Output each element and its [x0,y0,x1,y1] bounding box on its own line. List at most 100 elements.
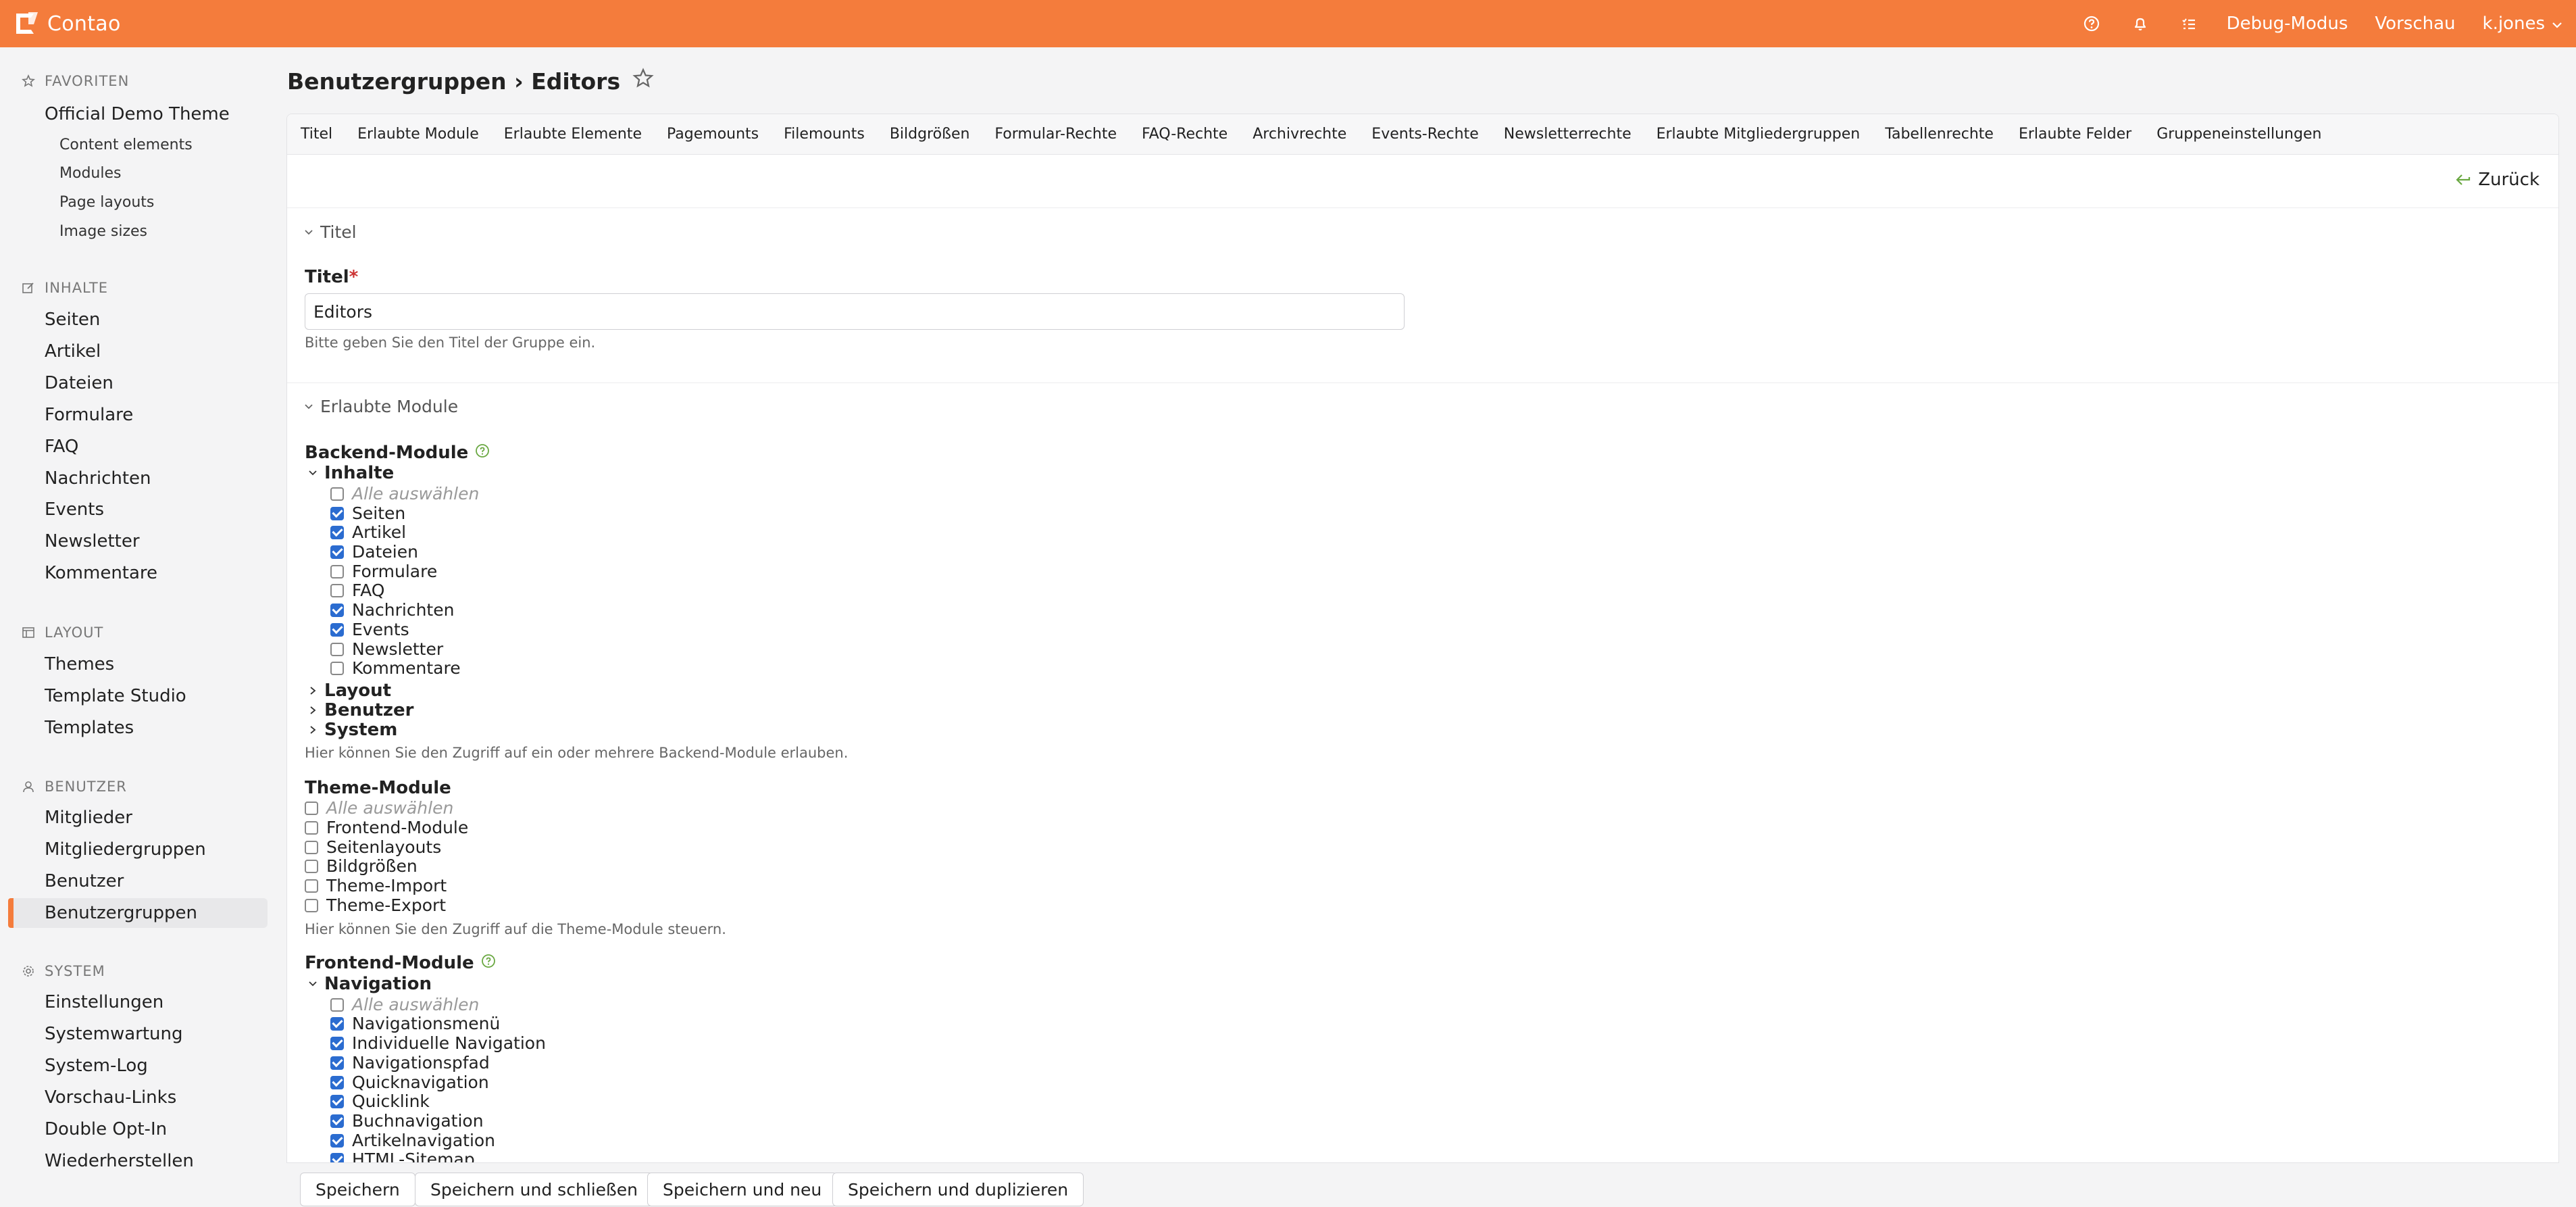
help-icon[interactable] [481,953,496,973]
nav-group-inhalte[interactable]: INHALTE [0,274,108,301]
favorite-star-icon[interactable] [632,68,654,95]
preview-link[interactable]: Vorschau [2361,0,2469,47]
sidebar-item-nachrichten[interactable]: Nachrichten [45,468,151,489]
tab-bildgroessen[interactable]: Bildgrößen [890,126,970,143]
sidebar-item-systemwartung[interactable]: Systemwartung [45,1024,183,1044]
checkbox[interactable] [305,801,318,815]
tab-events-rechte[interactable]: Events-Rechte [1371,126,1478,143]
sidebar-item-official-demo-theme[interactable]: Official Demo Theme [45,104,230,124]
frontend-module-row[interactable]: Individuelle Navigation [330,1033,546,1053]
help-icon[interactable] [475,443,490,463]
sidebar-item-mitgliedergruppen[interactable]: Mitgliedergruppen [45,839,206,860]
checkbox[interactable] [330,1036,344,1050]
sidebar-item-kommentare[interactable]: Kommentare [45,563,157,583]
checkbox[interactable] [330,525,344,539]
checkbox[interactable] [330,603,344,617]
backend-module-row[interactable]: Nachrichten [330,600,454,620]
checkbox[interactable] [330,545,344,559]
sidebar-item-templates[interactable]: Templates [45,718,134,738]
checkbox[interactable] [330,1075,344,1089]
sidebar-item-themes[interactable]: Themes [45,654,114,674]
sidebar-item-template-studio[interactable]: Template Studio [45,686,186,706]
checkbox[interactable] [330,1133,344,1148]
debug-mode-link[interactable]: Debug-Modus [2213,0,2362,47]
checkbox[interactable] [330,1056,344,1070]
tree-group-benutzer[interactable]: Benutzer [308,700,414,720]
checkbox[interactable] [330,622,344,637]
checkbox[interactable] [305,820,318,835]
nav-group-benutzer[interactable]: BENUTZER [0,773,127,800]
checkbox[interactable] [305,840,318,854]
checkbox[interactable] [330,564,344,578]
sidebar-item-faq[interactable]: FAQ [45,437,78,457]
frontend-module-row[interactable]: Quicknavigation [330,1073,489,1092]
tab-newsletterrechte[interactable]: Newsletterrechte [1504,126,1632,143]
nav-group-layout[interactable]: LAYOUT [0,619,103,646]
sidebar-subitem-image-sizes[interactable]: Image sizes [59,223,147,240]
checkbox[interactable] [330,1016,344,1031]
bell-icon[interactable] [2116,0,2165,47]
sidebar-item-events[interactable]: Events [45,499,104,520]
tab-pagemounts[interactable]: Pagemounts [667,126,759,143]
sidebar-item-double-opt-in[interactable]: Double Opt-In [45,1119,167,1139]
checkbox[interactable] [330,487,344,501]
sidebar-item-vorschau-links[interactable]: Vorschau-Links [45,1087,176,1108]
checkbox[interactable] [330,642,344,656]
tree-group-system[interactable]: System [308,720,397,740]
back-button[interactable]: Zurück [2455,170,2540,190]
tab-erlaubte-felder[interactable]: Erlaubte Felder [2019,126,2131,143]
backend-module-row[interactable]: FAQ [330,581,384,600]
checkbox[interactable] [305,879,318,893]
tab-gruppeneinstellungen[interactable]: Gruppeneinstellungen [2156,126,2321,143]
sidebar-item-wiederherstellen[interactable]: Wiederherstellen [45,1151,194,1171]
section-titel-legend[interactable]: Titel [304,222,357,242]
tab-erlaubte-module[interactable]: Erlaubte Module [357,126,479,143]
frontend-module-row[interactable]: Navigationsmenü [330,1014,500,1033]
frontend-module-row[interactable]: Artikelnavigation [330,1131,495,1150]
theme-module-row[interactable]: Theme-Import [305,876,447,895]
brand[interactable]: Contao [12,10,121,37]
help-icon[interactable] [2067,0,2116,47]
backend-module-row[interactable]: Kommentare [330,658,461,678]
backend-select-all-row[interactable]: Alle auswählen [330,484,479,503]
tab-filemounts[interactable]: Filemounts [784,126,865,143]
frontend-module-row[interactable]: Buchnavigation [330,1111,484,1131]
tab-formular-rechte[interactable]: Formular-Rechte [994,126,1117,143]
backend-module-row[interactable]: Dateien [330,542,418,562]
sidebar-subitem-page-layouts[interactable]: Page layouts [59,194,154,211]
tree-group-layout[interactable]: Layout [308,681,391,701]
sidebar-item-artikel[interactable]: Artikel [45,341,101,362]
checkbox[interactable] [330,997,344,1012]
sidebar-item-benutzer[interactable]: Benutzer [45,871,124,891]
frontend-select-all-row[interactable]: Alle auswählen [330,995,479,1014]
user-menu[interactable]: k.jones [2469,0,2576,47]
tab-titel[interactable]: Titel [301,126,332,143]
sidebar-subitem-content-elements[interactable]: Content elements [59,137,193,153]
backend-module-row[interactable]: Formulare [330,562,437,581]
save-and-close-button[interactable]: Speichern und schließen [415,1173,654,1206]
tab-archivrechte[interactable]: Archivrechte [1253,126,1346,143]
tab-faq-rechte[interactable]: FAQ-Rechte [1142,126,1228,143]
sidebar-item-dateien[interactable]: Dateien [45,373,113,393]
checkbox[interactable] [330,583,344,597]
sidebar-item-seiten[interactable]: Seiten [45,310,100,330]
checkbox[interactable] [305,859,318,873]
theme-select-all-row[interactable]: Alle auswählen [305,798,453,818]
sidebar-subitem-modules[interactable]: Modules [59,165,121,182]
title-input[interactable] [305,293,1405,330]
section-modules-legend[interactable]: Erlaubte Module [304,397,458,416]
tab-erlaubte-elemente[interactable]: Erlaubte Elemente [504,126,642,143]
checkbox[interactable] [330,661,344,675]
theme-module-row[interactable]: Theme-Export [305,895,446,915]
tree-group-navigation[interactable]: Navigation [308,974,432,994]
backend-module-row[interactable]: Artikel [330,522,406,542]
sidebar-item-newsletter[interactable]: Newsletter [45,531,140,551]
save-and-duplicate-button[interactable]: Speichern und duplizieren [832,1173,1084,1206]
theme-module-row[interactable]: Seitenlayouts [305,837,441,857]
backend-module-row[interactable]: Events [330,620,409,639]
tasks-icon[interactable] [2165,0,2213,47]
theme-module-row[interactable]: Bildgrößen [305,856,418,876]
backend-module-row[interactable]: Newsletter [330,639,443,659]
frontend-module-row[interactable]: Navigationspfad [330,1053,490,1073]
checkbox[interactable] [330,1094,344,1108]
